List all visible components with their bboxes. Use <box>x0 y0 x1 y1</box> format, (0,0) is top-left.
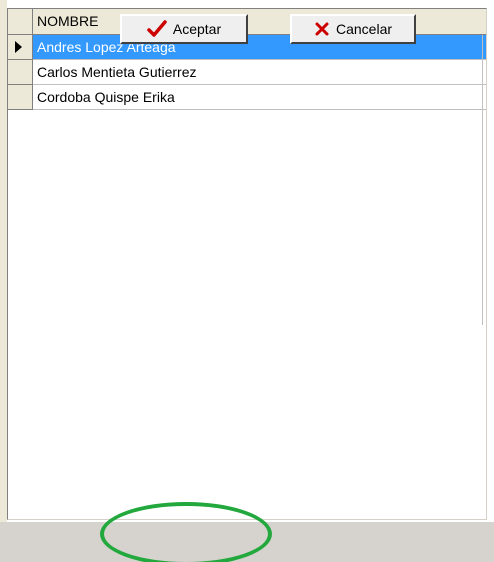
table-row[interactable]: Cordoba Quispe Erika <box>8 85 486 110</box>
cancel-label: Cancelar <box>335 21 393 37</box>
grid-rows: Andres Lopez Arteaga Carlos Mentieta Gut… <box>8 35 486 110</box>
cell-nombre[interactable]: Cordoba Quispe Erika <box>33 85 486 110</box>
names-grid[interactable]: NOMBRE Andres Lopez Arteaga Carlos Menti… <box>7 8 487 520</box>
cell-nombre[interactable]: Carlos Mentieta Gutierrez <box>33 60 486 85</box>
table-row[interactable]: Carlos Mentieta Gutierrez <box>8 60 486 85</box>
accept-label: Aceptar <box>172 21 222 37</box>
column-header-nombre[interactable]: NOMBRE <box>33 9 486 35</box>
left-border <box>0 0 7 522</box>
indicator-column-header <box>8 9 33 35</box>
row-indicator[interactable] <box>8 85 33 110</box>
check-icon <box>147 20 167 38</box>
cancel-button[interactable]: Cancelar <box>290 14 416 44</box>
vertical-scrollbar[interactable] <box>482 35 486 325</box>
x-icon <box>314 21 330 37</box>
row-indicator[interactable] <box>8 35 33 60</box>
button-panel <box>0 522 494 562</box>
row-indicator[interactable] <box>8 60 33 85</box>
row-pointer-icon <box>15 41 22 53</box>
cell-nombre[interactable]: Andres Lopez Arteaga <box>33 35 486 60</box>
selection-dialog: NOMBRE Andres Lopez Arteaga Carlos Menti… <box>0 0 494 562</box>
accept-button[interactable]: Aceptar <box>120 14 248 44</box>
